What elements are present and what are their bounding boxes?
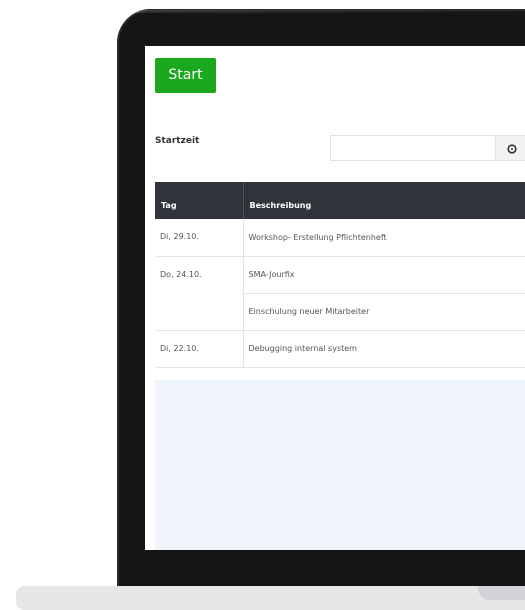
description-cell[interactable]: SMA-Jourfix — [243, 256, 525, 294]
column-header-day: Tag — [155, 182, 244, 219]
laptop-base — [16, 586, 525, 610]
day-cell: Di, 29.10. — [155, 219, 244, 257]
column-header-description: Beschreibung — [243, 182, 525, 219]
appointments-table: Tag Beschreibung Di, 29.10. Workshop- Er… — [155, 182, 525, 368]
empty-content-area — [155, 380, 525, 550]
day-cell: Do, 24.10. — [155, 256, 244, 331]
laptop-mockup: Start Startzeit Tag Beschreibung Di, 29.… — [0, 0, 525, 610]
start-time-input[interactable] — [330, 135, 495, 161]
description-cell[interactable]: Debugging internal system — [243, 330, 525, 368]
laptop-base-notch — [478, 586, 525, 600]
table-row[interactable]: Di, 29.10. Workshop- Erstellung Pflichte… — [155, 219, 525, 257]
clock-icon — [507, 144, 517, 154]
start-time-label: Startzeit — [155, 136, 200, 146]
bezel-highlight — [127, 10, 525, 13]
day-cell: Di, 22.10. — [155, 330, 244, 368]
table-row[interactable]: Do, 24.10. SMA-Jourfix — [155, 256, 525, 331]
description-cell[interactable]: Einschulung neuer Mitarbeiter — [243, 293, 525, 331]
time-picker-button[interactable] — [495, 135, 525, 161]
table-header-row: Tag Beschreibung — [155, 182, 525, 219]
app-screen: Start Startzeit Tag Beschreibung Di, 29.… — [145, 46, 525, 550]
start-button[interactable]: Start — [155, 58, 216, 93]
table-row[interactable]: Di, 22.10. Debugging internal system — [155, 330, 525, 368]
description-cell[interactable]: Workshop- Erstellung Pflichtenheft — [243, 219, 525, 257]
